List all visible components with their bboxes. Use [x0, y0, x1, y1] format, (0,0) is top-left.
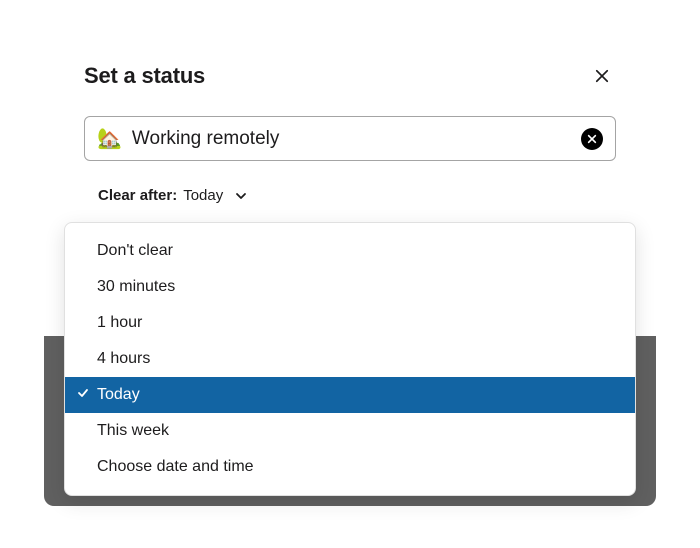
- modal-title: Set a status: [84, 63, 205, 89]
- close-icon: [593, 67, 611, 85]
- dropdown-item-label: Choose date and time: [97, 458, 254, 475]
- status-emoji-icon[interactable]: 🏡: [97, 126, 122, 151]
- status-text-input[interactable]: [132, 128, 571, 150]
- dropdown-item-label: 1 hour: [97, 314, 142, 331]
- dropdown-item-label: This week: [97, 422, 169, 439]
- set-status-modal: Set a status 🏡 Clear after: Today: [56, 38, 644, 226]
- clear-after-dropdown: Don't clear 30 minutes 1 hour 4 hours Today T…: [64, 222, 636, 496]
- modal-header: Set a status: [84, 62, 616, 90]
- clear-after-value: Today: [183, 187, 223, 204]
- clear-icon: [587, 134, 597, 144]
- dropdown-item[interactable]: Choose date and time: [65, 449, 635, 485]
- check-icon: [77, 383, 89, 407]
- dropdown-item[interactable]: 30 minutes: [65, 269, 635, 305]
- dropdown-item-label: Today: [97, 386, 140, 403]
- chevron-down-icon: [235, 190, 247, 202]
- dropdown-item[interactable]: 4 hours: [65, 341, 635, 377]
- status-input-container[interactable]: 🏡: [84, 116, 616, 161]
- clear-after-selector[interactable]: Clear after: Today: [84, 187, 616, 204]
- close-button[interactable]: [588, 62, 616, 90]
- dropdown-item-label: Don't clear: [97, 242, 173, 259]
- dropdown-item-label: 30 minutes: [97, 278, 175, 295]
- dropdown-item[interactable]: This week: [65, 413, 635, 449]
- dropdown-item[interactable]: Don't clear: [65, 233, 635, 269]
- clear-status-button[interactable]: [581, 128, 603, 150]
- clear-after-label: Clear after:: [98, 187, 177, 204]
- dropdown-item[interactable]: 1 hour: [65, 305, 635, 341]
- dropdown-item[interactable]: Today: [65, 377, 635, 413]
- dropdown-item-label: 4 hours: [97, 350, 150, 367]
